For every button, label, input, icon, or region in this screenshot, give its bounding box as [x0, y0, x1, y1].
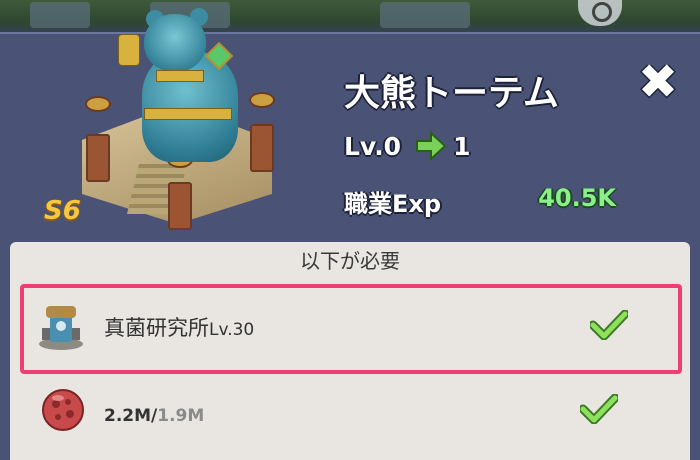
research-lab-icon: [39, 306, 83, 350]
background-building: [380, 2, 470, 28]
close-icon: ✖: [637, 54, 679, 110]
required-building-level: Lv.30: [209, 320, 255, 340]
background-building: [30, 2, 90, 28]
torch: [85, 96, 111, 112]
exp-row: 職業Exp 40.5K: [344, 184, 644, 220]
pillar: [86, 134, 110, 182]
current-level: Lv.0: [344, 131, 402, 161]
requirement-item-resource[interactable]: 2.2M/1.9M: [10, 372, 690, 454]
next-level: 1: [453, 131, 471, 161]
requirements-header: 以下が必要: [300, 249, 400, 273]
checkmark-icon: [580, 394, 618, 424]
level-progression: Lv.0 1: [344, 128, 471, 164]
resource-required: 1.9M: [157, 406, 205, 426]
close-button[interactable]: ✖: [636, 58, 680, 106]
gold-band: [156, 70, 204, 82]
torch: [249, 92, 275, 108]
resource-amount: 2.2M/1.9M: [104, 402, 204, 426]
requirement-text: 真菌研究所Lv.30: [104, 312, 254, 342]
resource-current: 2.2M: [104, 406, 152, 426]
pillar: [168, 182, 192, 230]
map-search-button[interactable]: [578, 0, 622, 26]
resource-orb-icon: [42, 389, 84, 431]
building-image: [72, 8, 282, 244]
requirements-box: 以下が必要 真菌研究所Lv.30 2.2M/1.9M: [10, 242, 690, 460]
exp-value: 40.5K: [538, 184, 616, 212]
game-background: [0, 0, 700, 36]
arrow-right-icon: [416, 131, 447, 161]
exp-label: 職業Exp: [344, 190, 442, 218]
season-badge: S6: [44, 196, 81, 226]
upgrade-panel: S6 大熊トーテム ✖ Lv.0 1 職業Exp 40.5K 以下が必要 真菌研…: [0, 8, 700, 460]
checkmark-icon: [590, 310, 628, 340]
gold-band: [118, 34, 140, 66]
map-search-icon: [592, 2, 612, 22]
building-title: 大熊トーテム: [344, 73, 559, 114]
requirement-item-building[interactable]: 真菌研究所Lv.30: [20, 284, 682, 374]
required-building-name: 真菌研究所: [104, 316, 209, 340]
pillar: [250, 124, 274, 172]
bear-head: [144, 14, 206, 72]
gold-band: [144, 108, 232, 120]
